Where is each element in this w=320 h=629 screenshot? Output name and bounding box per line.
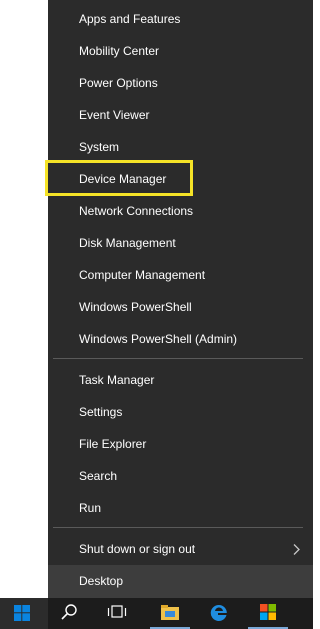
menu-separator [53, 527, 303, 528]
menu-item-disk-management[interactable]: Disk Management [48, 227, 313, 259]
menu-item-windows-powershell[interactable]: Windows PowerShell [48, 291, 313, 323]
menu-item-shut-down-or-sign-out[interactable]: Shut down or sign out [48, 533, 313, 565]
menu-item-search[interactable]: Search [48, 460, 313, 492]
menu-item-task-manager[interactable]: Task Manager [48, 364, 313, 396]
menu-item-apps-and-features[interactable]: Apps and Features [48, 3, 313, 35]
menu-item-computer-management[interactable]: Computer Management [48, 259, 313, 291]
taskbar [0, 598, 313, 629]
taskbar-edge[interactable] [198, 598, 240, 629]
menu-item-file-explorer[interactable]: File Explorer [48, 428, 313, 460]
start-button[interactable] [0, 598, 48, 629]
menu-item-desktop[interactable]: Desktop [48, 565, 313, 598]
taskbar-store[interactable] [248, 598, 288, 629]
menu-item-network-connections[interactable]: Network Connections [48, 195, 313, 227]
menu-item-event-viewer[interactable]: Event Viewer [48, 99, 313, 131]
taskbar-file-explorer[interactable] [150, 598, 190, 629]
chevron-right-icon [293, 533, 303, 565]
menu-item-run[interactable]: Run [48, 492, 313, 524]
menu-item-windows-powershell-admin[interactable]: Windows PowerShell (Admin) [48, 323, 313, 355]
menu-item-mobility-center[interactable]: Mobility Center [48, 35, 313, 67]
menu-separator [53, 358, 303, 359]
task-view-button[interactable] [96, 598, 140, 629]
menu-item-power-options[interactable]: Power Options [48, 67, 313, 99]
winx-context-menu: Apps and Features Mobility Center Power … [48, 0, 313, 598]
menu-item-device-manager[interactable]: Device Manager [48, 163, 313, 195]
menu-item-label: Shut down or sign out [79, 542, 196, 556]
menu-item-system[interactable]: System [48, 131, 313, 163]
menu-item-settings[interactable]: Settings [48, 396, 313, 428]
search-button[interactable] [48, 598, 92, 629]
